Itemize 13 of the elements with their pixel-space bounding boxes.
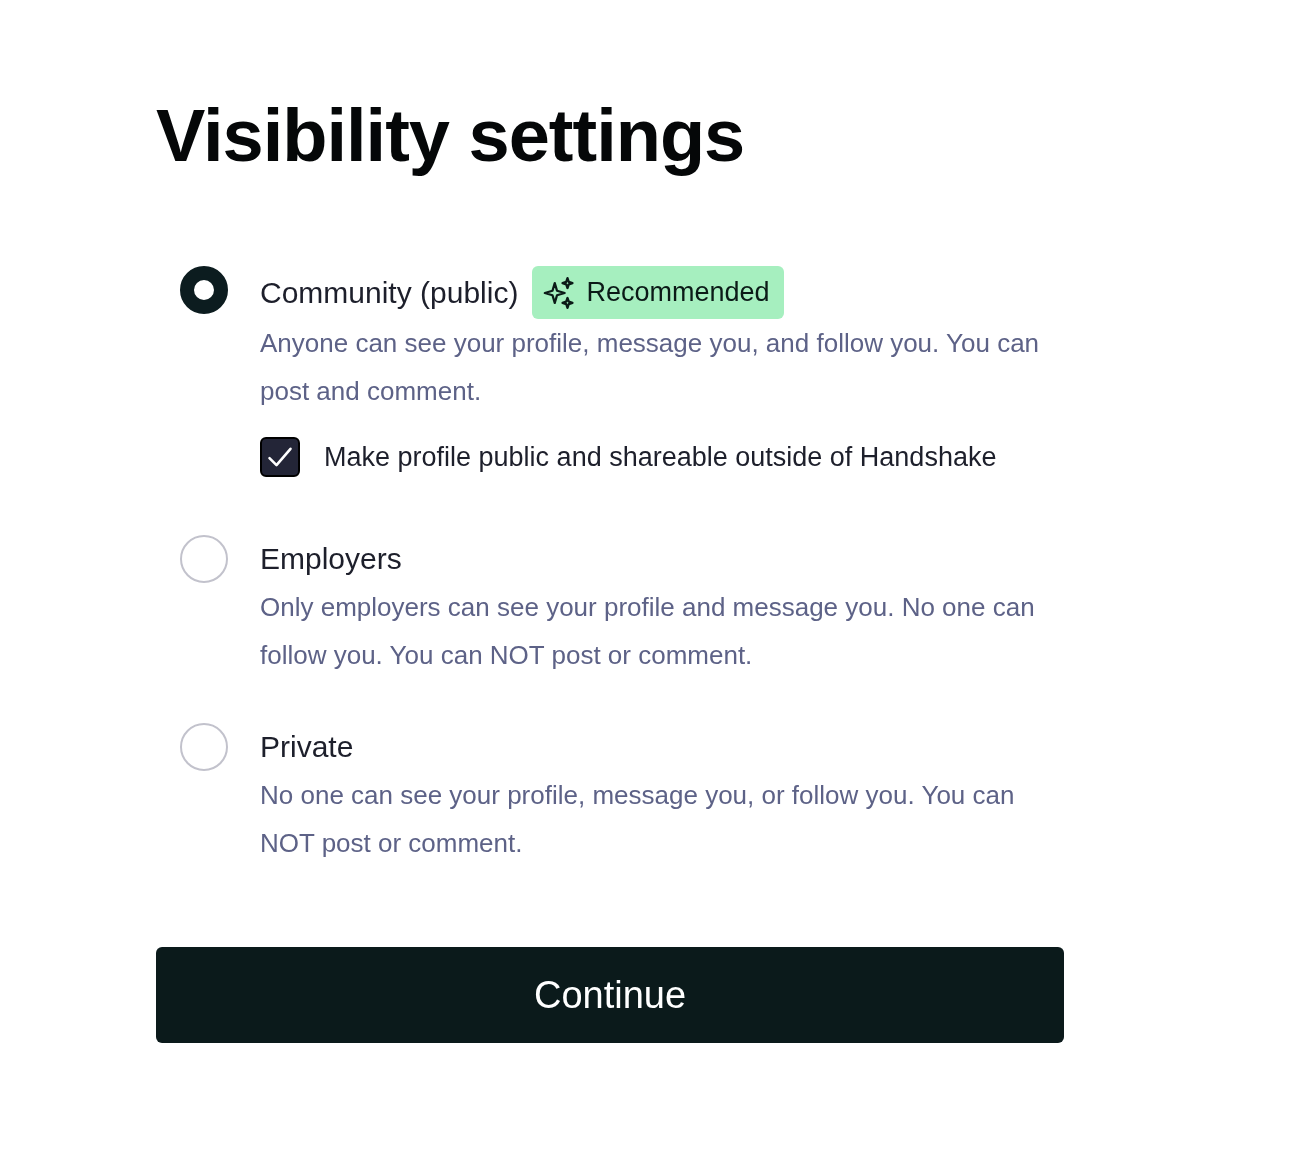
option-label: Community (public) [260,274,519,311]
page-title: Visibility settings [156,95,746,177]
continue-button[interactable]: Continue [156,947,1064,1044]
option-label: Private [260,729,354,766]
option-description: Anyone can see your profile, message you, and follow you. You can post and comment. [260,326,1041,408]
option-description: Only employers can see your profile and message you. No one can follow you. You can NOT post or comment. [260,591,1036,673]
radio-button[interactable] [180,266,228,315]
checkbox[interactable] [260,437,300,478]
recommended-badge: Recommended [532,266,784,319]
checkbox-label: Make profile public and shareable outside of Handshake [324,440,997,474]
option-description: No one can see your profile, message you, or follow you. You can NOT post or comment. [260,779,1016,861]
sparkle-icon [542,275,577,310]
option-label: Employers [260,541,402,578]
